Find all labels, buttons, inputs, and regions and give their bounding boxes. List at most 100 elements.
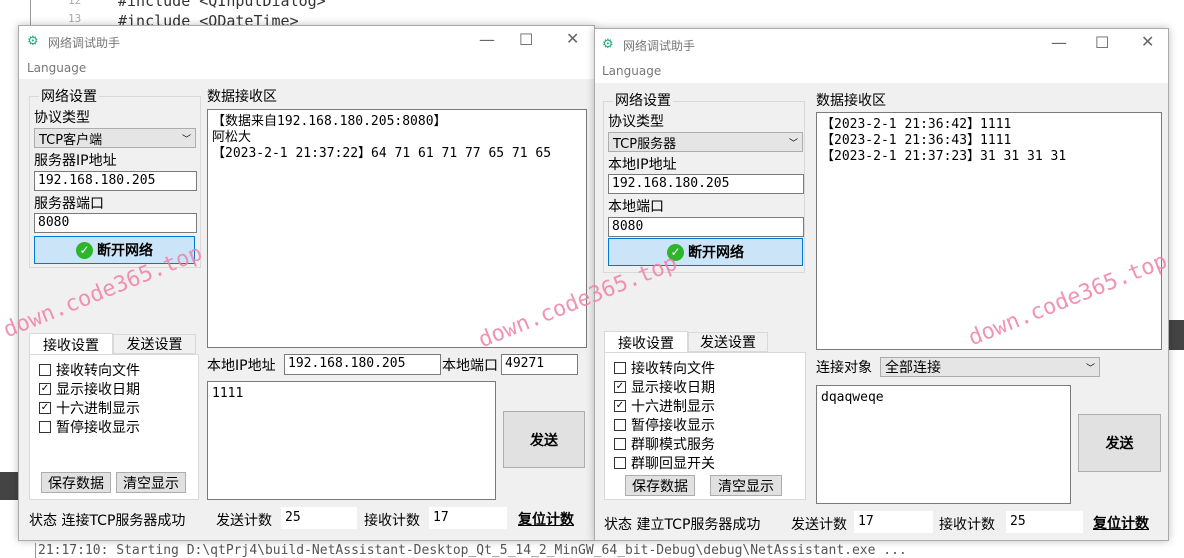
code-line: #include <QInputDialog> (118, 0, 326, 10)
tab-recv-settings[interactable]: 接收设置 (604, 331, 688, 353)
checkbox-checked[interactable]: ✓ (614, 380, 626, 393)
save-data-button[interactable]: 保存数据 (625, 475, 695, 496)
option-group-chat-mode[interactable]: 群聊模式服务 (614, 434, 715, 453)
send-count-label: 发送计数 (791, 517, 847, 533)
option-label: 显示接收日期 (631, 379, 715, 396)
protocol-select[interactable]: TCP客户端 ﹀ (34, 128, 196, 148)
recv-line: 【2023-2-1 21:37:22】64 71 61 71 77 65 71 … (212, 146, 552, 161)
server-ip-input[interactable]: 192.168.180.205 (34, 171, 197, 191)
local-ip-label: 本地IP地址 (608, 157, 677, 173)
target-label: 连接对象 (816, 360, 872, 376)
disconnect-label: 断开网络 (97, 243, 153, 259)
checkbox-checked[interactable]: ✓ (614, 399, 626, 412)
checkbox[interactable] (614, 418, 626, 431)
protocol-select[interactable]: TCP服务器 ﹀ (608, 132, 803, 152)
save-data-button[interactable]: 保存数据 (41, 472, 111, 493)
chevron-down-icon: ﹀ (1085, 363, 1095, 374)
option-label: 十六进制显示 (631, 398, 715, 415)
recv-line: 【2023-2-1 21:36:42】1111 (821, 117, 1012, 132)
status-text: 状态 连接TCP服务器成功 (29, 513, 186, 529)
option-show-date[interactable]: ✓ 显示接收日期 (39, 379, 140, 398)
option-hex-display[interactable]: ✓ 十六进制显示 (39, 398, 140, 417)
send-count-value: 25 (281, 507, 357, 529)
ide-side-panel (0, 472, 18, 500)
send-textarea[interactable]: dqaqweqe (816, 385, 1071, 504)
option-label: 群聊模式服务 (631, 436, 715, 453)
chevron-down-icon: ﹀ (181, 134, 191, 145)
recv-line: 【2023-2-1 21:37:23】31 31 31 31 (821, 149, 1067, 164)
checkbox[interactable] (614, 456, 626, 469)
send-textarea[interactable]: 1111 (207, 381, 496, 500)
disconnect-label: 断开网络 (688, 245, 744, 261)
options-list: 接收转向文件 ✓ 显示接收日期 ✓ 十六进制显示 暂停接收显示 (39, 360, 140, 436)
window-title: 网络调试助手 (48, 36, 121, 50)
status-text: 状态 建立TCP服务器成功 (604, 517, 761, 533)
menu-language[interactable]: Language (602, 64, 661, 78)
checkbox[interactable] (614, 437, 626, 450)
option-pause-display[interactable]: 暂停接收显示 (39, 417, 140, 436)
maximize-button[interactable]: ☐ (1095, 33, 1109, 52)
option-label: 显示接收日期 (56, 381, 140, 398)
local-port-label: 本地端口 (608, 199, 664, 215)
app-icon: ⚙ (27, 34, 39, 49)
local-ip-input[interactable]: 192.168.180.205 (608, 174, 804, 194)
option-label: 暂停接收显示 (631, 417, 715, 434)
tab-send-settings[interactable]: 发送设置 (688, 332, 768, 352)
protocol-value: TCP客户端 (39, 132, 103, 148)
send-button[interactable]: 发送 (1078, 414, 1161, 472)
target-select[interactable]: 全部连接 ﹀ (880, 357, 1100, 377)
recv-line: 【2023-2-1 21:36:43】1111 (821, 133, 1012, 148)
option-recv-to-file[interactable]: 接收转向文件 (39, 360, 140, 379)
option-label: 接收转向文件 (631, 360, 715, 377)
send-count-label: 发送计数 (216, 513, 272, 529)
target-value: 全部连接 (885, 360, 941, 376)
option-label: 群聊回显开关 (631, 455, 715, 472)
app-icon: ⚙ (602, 37, 614, 52)
checkbox[interactable] (39, 420, 51, 433)
recv-area-label: 数据接收区 (816, 93, 886, 109)
option-label: 十六进制显示 (56, 400, 140, 417)
clear-display-button[interactable]: 清空显示 (116, 472, 186, 493)
send-button[interactable]: 发送 (503, 411, 585, 468)
line-number: 12 (68, 0, 82, 7)
option-group-echo[interactable]: 群聊回显开关 (614, 453, 715, 472)
minimize-button[interactable]: — (479, 30, 495, 49)
close-button[interactable]: ✕ (566, 29, 579, 48)
clear-display-button[interactable]: 清空显示 (710, 475, 782, 496)
local-ip-input[interactable]: 192.168.180.205 (284, 354, 441, 375)
option-label: 暂停接收显示 (56, 419, 140, 436)
reset-count-button[interactable]: 复位计数 (1093, 513, 1149, 533)
chevron-down-icon: ﹀ (788, 138, 798, 149)
recv-textarea[interactable]: 【2023-2-1 21:36:42】1111 【2023-2-1 21:36:4… (816, 112, 1162, 350)
minimize-button[interactable]: — (1051, 33, 1067, 52)
server-port-input[interactable]: 8080 (34, 213, 197, 233)
checkbox-checked[interactable]: ✓ (39, 382, 51, 395)
maximize-button[interactable]: ☐ (519, 30, 533, 49)
checkbox-checked[interactable]: ✓ (39, 401, 51, 414)
option-recv-to-file[interactable]: 接收转向文件 (614, 358, 715, 377)
tab-send-settings[interactable]: 发送设置 (113, 334, 196, 354)
local-ip-label: 本地IP地址 (207, 358, 276, 374)
recv-count-value: 17 (429, 507, 507, 529)
checkbox[interactable] (614, 361, 626, 374)
close-button[interactable]: ✕ (1141, 32, 1154, 51)
recv-line: 【数据来自192.168.180.205:8080】 (212, 114, 447, 129)
checkbox[interactable] (39, 363, 51, 376)
protocol-value: TCP服务器 (613, 136, 677, 152)
reset-count-button[interactable]: 复位计数 (518, 509, 574, 529)
option-show-date[interactable]: ✓ 显示接收日期 (614, 377, 715, 396)
option-hex-display[interactable]: ✓ 十六进制显示 (614, 396, 715, 415)
option-pause-display[interactable]: 暂停接收显示 (614, 415, 715, 434)
group-title: 网络设置 (39, 86, 99, 106)
tab-recv-settings[interactable]: 接收设置 (29, 333, 113, 355)
recv-count-value: 25 (1006, 511, 1083, 533)
local-port-input[interactable]: 8080 (608, 217, 804, 237)
check-circle-icon: ✓ (76, 241, 93, 259)
local-port-input[interactable]: 49271 (501, 354, 578, 375)
option-label: 接收转向文件 (56, 362, 140, 379)
recv-area-label: 数据接收区 (207, 89, 277, 105)
disconnect-button[interactable]: ✓ 断开网络 (608, 238, 803, 266)
line-number: 13 (68, 12, 82, 25)
local-port-label: 本地端口 (442, 358, 498, 374)
menu-language[interactable]: Language (27, 61, 86, 75)
